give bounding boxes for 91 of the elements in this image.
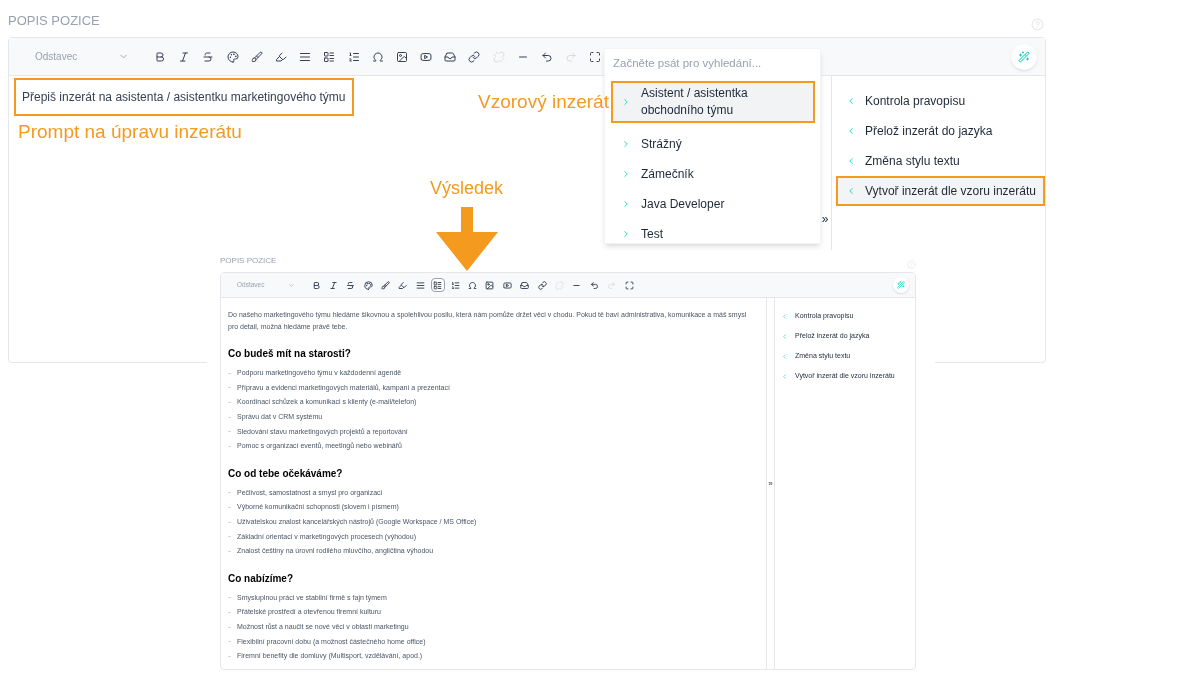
magic-wand-icon [897, 281, 905, 289]
video-icon [420, 50, 433, 63]
italic-icon [328, 280, 338, 290]
section-heading: Co od tebe očekáváme? [228, 467, 344, 480]
video-icon [502, 280, 512, 290]
template-item[interactable]: Strážný [611, 129, 815, 159]
strikethrough-icon [346, 280, 356, 290]
numbered-list-icon [347, 50, 360, 63]
chevron-left-icon [846, 96, 856, 106]
toolbar-button[interactable] [378, 278, 393, 292]
bullet-mark [228, 626, 231, 628]
chevron-right-icon [621, 139, 631, 149]
chevron-left-icon [781, 332, 788, 340]
redo-icon [565, 50, 578, 63]
chevron-right-icon [621, 97, 631, 107]
section-label: POPIS POZICE [8, 13, 100, 29]
template-item[interactable]: Asistent / asistentka obchodního týmu [611, 81, 815, 123]
help-icon [1031, 18, 1044, 31]
bullet-mark [228, 402, 231, 403]
image-icon [395, 50, 408, 63]
toolbar-button[interactable] [430, 278, 445, 292]
toolbar-button[interactable] [535, 278, 550, 292]
toolbar-button[interactable] [482, 278, 497, 292]
chevron-right-icon [621, 229, 631, 239]
bullet-mark [228, 597, 231, 599]
brush-icon [250, 50, 263, 63]
italic-icon [178, 50, 191, 63]
section-heading: Co nabízíme? [228, 572, 294, 585]
bullet-mark [228, 372, 231, 374]
fullscreen-icon [624, 280, 634, 290]
bold-icon [154, 50, 166, 63]
chevron-right-icon [621, 199, 631, 209]
annotation-caption: Vzorový inzerát [478, 90, 609, 114]
template-item[interactable]: Test [611, 219, 815, 243]
redo-icon [607, 280, 617, 290]
highlighter-icon [398, 280, 408, 290]
bullet-mark [228, 492, 231, 494]
chevron-left-icon [846, 156, 856, 166]
chevron-down-icon [288, 281, 295, 289]
unlink-icon [492, 50, 505, 63]
image-icon [485, 280, 495, 290]
bullet-mark [228, 431, 231, 433]
bullet-mark [228, 641, 231, 643]
collapse-toggle[interactable]: » [768, 479, 773, 488]
down-arrow [436, 207, 498, 271]
link-icon [468, 50, 481, 63]
omega-icon [468, 280, 477, 290]
ai-action-item[interactable]: Vytvoř inzerát dle vzoru inzerátu [836, 176, 1045, 206]
bullet-mark [228, 655, 231, 657]
chevron-left-icon [781, 352, 788, 360]
bullet-mark [228, 506, 231, 508]
numbered-list-icon [450, 280, 460, 290]
bullet-mark [228, 521, 231, 523]
ai-action-item[interactable]: Kontrola pravopisu [836, 86, 1045, 116]
ai-action-item[interactable]: Změna stylu textu [836, 146, 1045, 176]
search-field[interactable]: Začněte psát pro vyhledání... [613, 57, 812, 69]
toolbar-button[interactable] [361, 278, 376, 292]
chevron-left-icon [846, 186, 856, 196]
section-label: POPIS POZICE [220, 256, 277, 266]
bullet-list-icon [433, 280, 443, 290]
undo-icon [541, 50, 553, 63]
chevron-left-icon [781, 372, 788, 380]
omega-icon [371, 50, 384, 63]
chevron-left-icon [781, 312, 788, 320]
template-item[interactable]: Java Developer [611, 189, 815, 219]
section-heading: Co budeš mít na starosti? [228, 348, 352, 360]
bold-icon [311, 280, 321, 290]
highlighter-icon [274, 50, 287, 63]
bullet-mark [228, 536, 231, 538]
palette-icon [226, 50, 239, 63]
prompt-text: Přepiš inzerát na asistenta / asistentku marketingového týmu [14, 78, 354, 116]
undo-icon [589, 280, 599, 290]
bullet-mark [228, 445, 231, 447]
annotation-caption: Prompt na úpravu inzerátu [18, 121, 243, 143]
magic-wand-icon [1018, 50, 1030, 63]
fullscreen-icon [589, 50, 602, 63]
chevron-left-icon [846, 126, 856, 136]
bullet-list-icon [323, 50, 336, 63]
bullet-mark [228, 416, 231, 418]
strikethrough-icon [202, 50, 215, 63]
bullet-mark [228, 387, 231, 389]
chevron-right-icon [621, 169, 631, 179]
palette-icon [363, 280, 373, 290]
collapse-toggle[interactable]: » [821, 213, 829, 225]
bullet-mark [228, 550, 231, 552]
bullet-mark [228, 611, 231, 613]
brush-icon [381, 280, 391, 290]
annotation-caption: Výsledek [430, 177, 504, 200]
ai-action-item[interactable]: Přelož inzerát do jazyka [836, 116, 1045, 146]
link-icon [537, 280, 547, 290]
template-item[interactable]: Zámečník [611, 159, 815, 189]
